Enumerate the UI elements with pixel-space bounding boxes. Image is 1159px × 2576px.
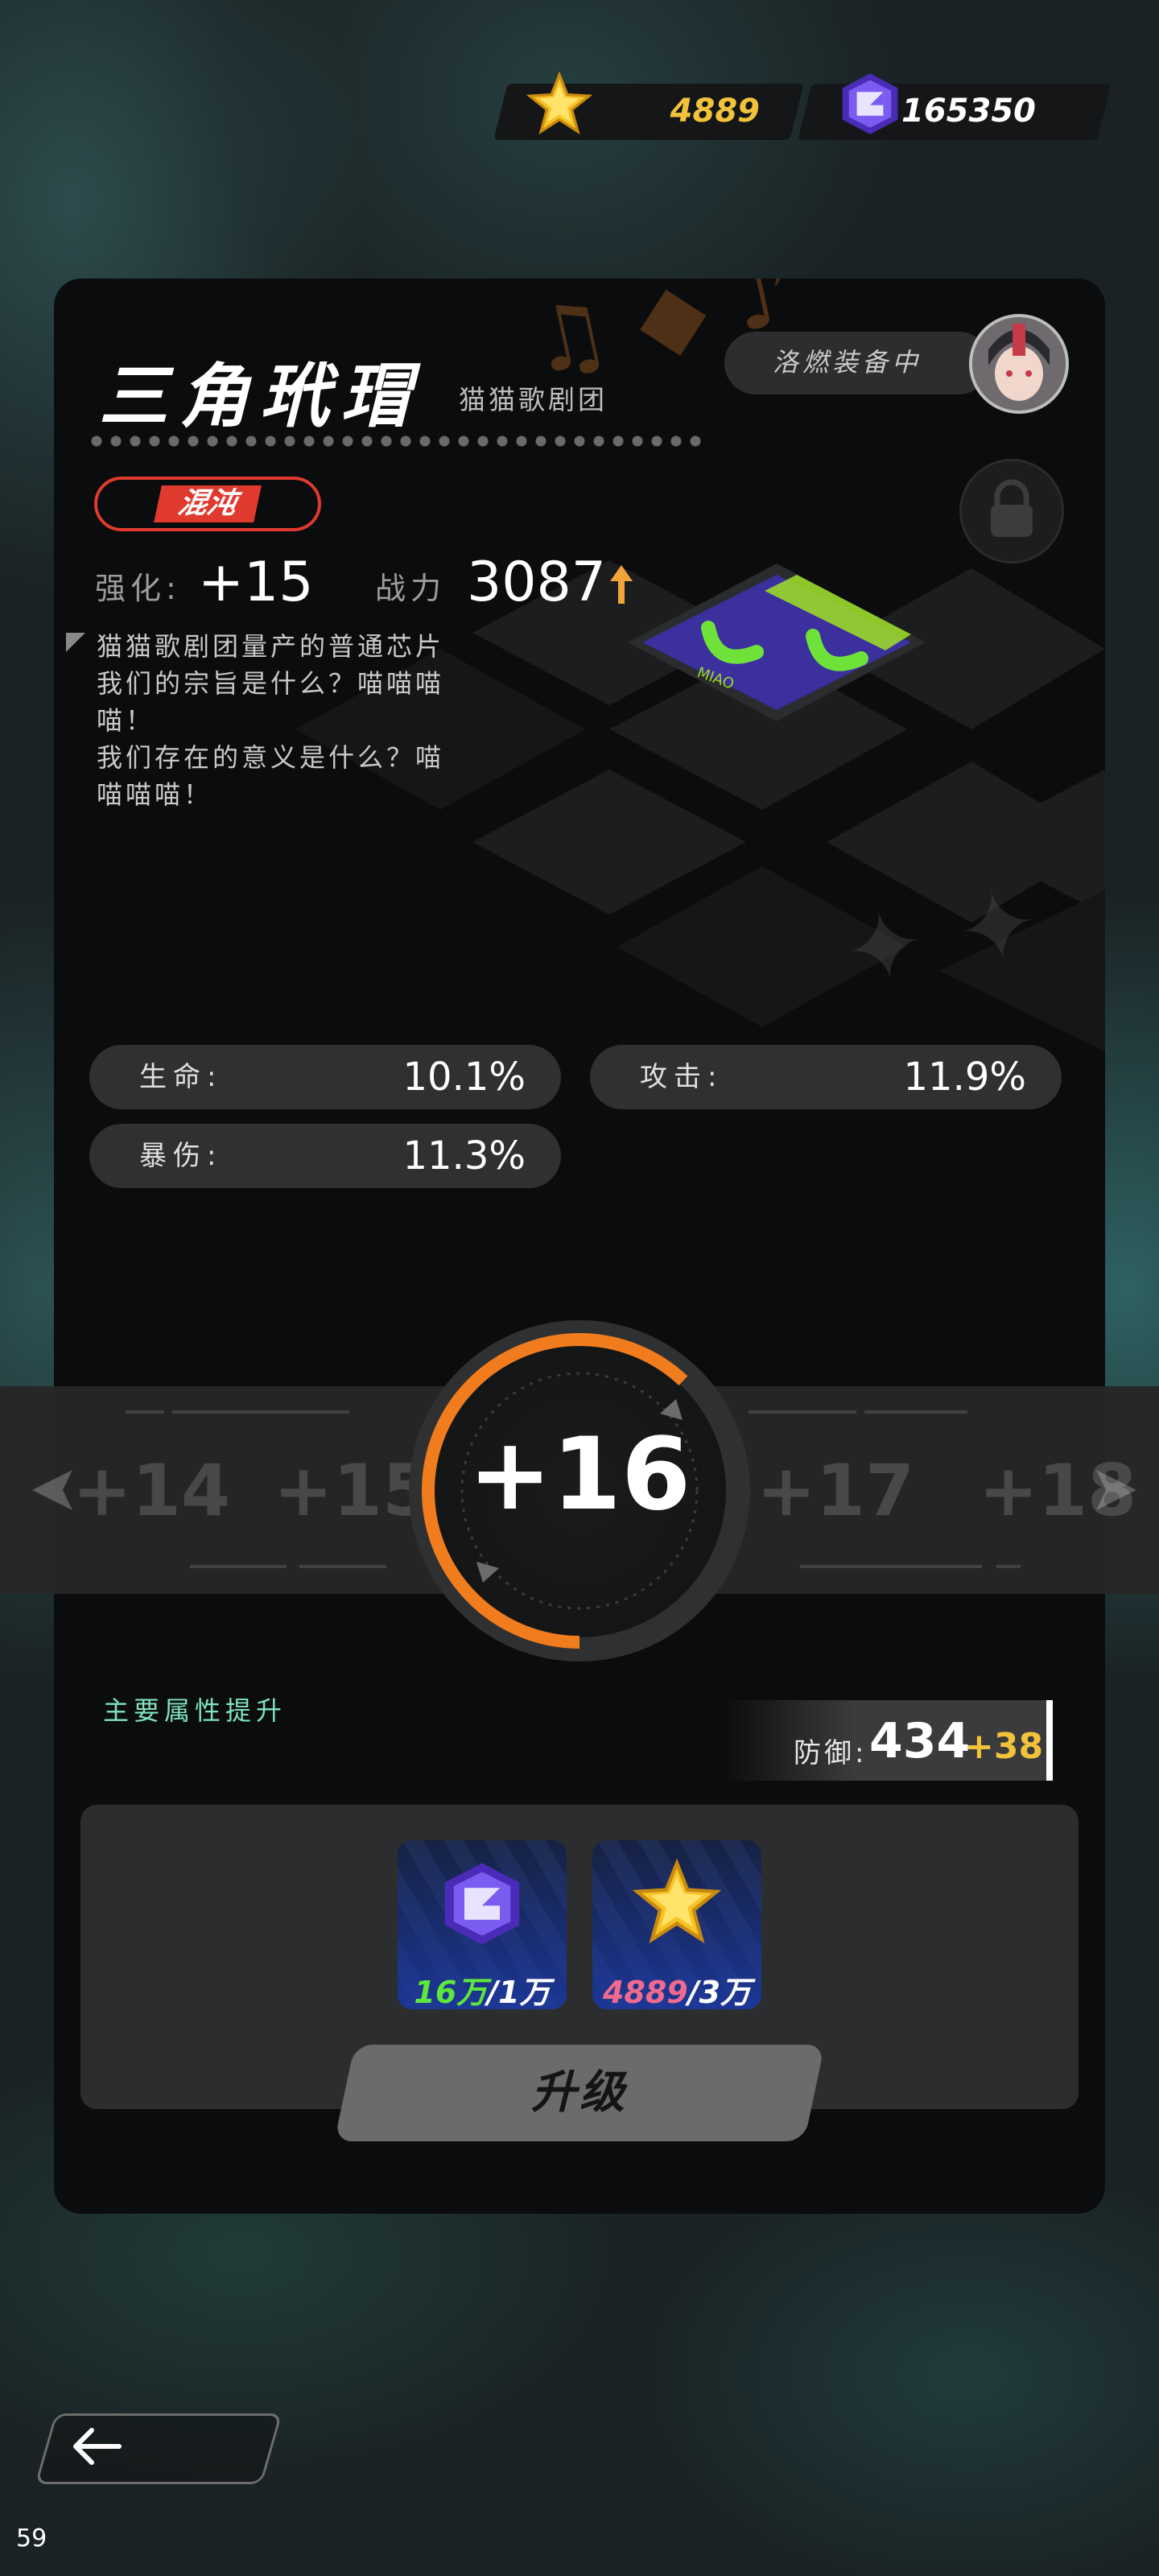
description-line: 喵！ <box>97 705 155 736</box>
attribute-value: 11.3% <box>402 1133 526 1179</box>
cost-have: 16万 <box>414 1975 488 2010</box>
description-marker <box>66 633 85 652</box>
defense-bonus: +38 <box>964 1726 1044 1767</box>
purple-cube-icon <box>444 1863 520 1945</box>
defense-label: 防御: <box>794 1737 868 1769</box>
cost-need: /3万 <box>687 1975 752 2010</box>
defense-value: 434 <box>869 1713 971 1769</box>
level-option[interactable]: +17 <box>757 1449 914 1532</box>
level-option[interactable]: +18 <box>979 1449 1136 1532</box>
attribute-value: 10.1% <box>402 1055 526 1100</box>
title-divider <box>90 435 702 448</box>
lock-icon <box>991 479 1033 537</box>
arrow-left-icon <box>73 2428 122 2465</box>
level-option[interactable]: +14 <box>72 1449 230 1532</box>
strip-line <box>126 1410 164 1414</box>
attribute-attack: 攻击: 11.9% <box>590 1045 1062 1109</box>
attribute-label: 暴伤: <box>139 1140 223 1172</box>
strip-line <box>996 1565 1021 1568</box>
strip-line <box>864 1410 967 1414</box>
lock-button[interactable] <box>959 459 1064 564</box>
purple-cube-icon <box>842 73 898 134</box>
cost-count-gem: 16万/1万 <box>398 1967 567 2012</box>
enhance-label: 强化: <box>95 571 181 606</box>
chip-image: MIAO <box>628 564 926 721</box>
star-icon <box>526 71 592 135</box>
defense-stat-bar <box>1046 1700 1053 1781</box>
item-series: 猫猫歌剧团 <box>459 384 608 415</box>
description-line: 我们存在的意义是什么？喵 <box>97 742 445 773</box>
strip-line <box>299 1565 386 1568</box>
strip-line <box>749 1410 856 1414</box>
cost-need: /1万 <box>487 1975 551 2010</box>
strip-line <box>800 1565 982 1568</box>
attribute-label: 攻击: <box>640 1061 724 1093</box>
cost-have: 4889 <box>602 1975 688 2010</box>
gold-amount: 4889 <box>670 93 760 130</box>
attribute-crit-damage: 暴伤: 11.3% <box>89 1124 561 1188</box>
cost-count-gold: 4889/3万 <box>592 1967 761 2012</box>
description-line: 我们的宗旨是什么？喵喵喵 <box>97 668 445 699</box>
description-line: 喵喵喵！ <box>97 779 213 810</box>
equipped-by-text: 洛燃装备中 <box>773 347 922 378</box>
attribute-value: 11.9% <box>903 1055 1026 1100</box>
rarity-label: 混沌 <box>154 485 262 522</box>
star-icon <box>633 1858 721 1944</box>
gem-amount: 165350 <box>901 93 1036 130</box>
enhance-value: +15 <box>198 551 314 614</box>
fps-counter: 59 <box>16 2524 47 2553</box>
item-description: 猫猫歌剧团量产的普通芯片 我们的宗旨是什么？喵喵喵 喵！ 我们存在的意义是什么？… <box>97 628 499 813</box>
strip-line <box>172 1410 349 1414</box>
power-label: 战力 <box>375 571 447 606</box>
current-level: +16 <box>468 1417 691 1533</box>
item-name: 三角玳瑁 <box>99 356 421 437</box>
main-attribute-title: 主要属性提升 <box>103 1695 287 1726</box>
upgrade-button-label: 升级 <box>531 2066 628 2119</box>
attribute-hp: 生命: 10.1% <box>89 1045 561 1109</box>
level-option[interactable]: +15 <box>274 1449 431 1532</box>
description-line: 猫猫歌剧团量产的普通芯片 <box>97 631 445 662</box>
rarity-badge: 混沌 <box>94 477 321 531</box>
character-avatar[interactable] <box>969 314 1069 414</box>
power-value: 3087 <box>467 551 607 614</box>
character-portrait <box>972 317 1066 411</box>
attribute-label: 生命: <box>139 1061 223 1093</box>
strip-line <box>190 1565 287 1568</box>
